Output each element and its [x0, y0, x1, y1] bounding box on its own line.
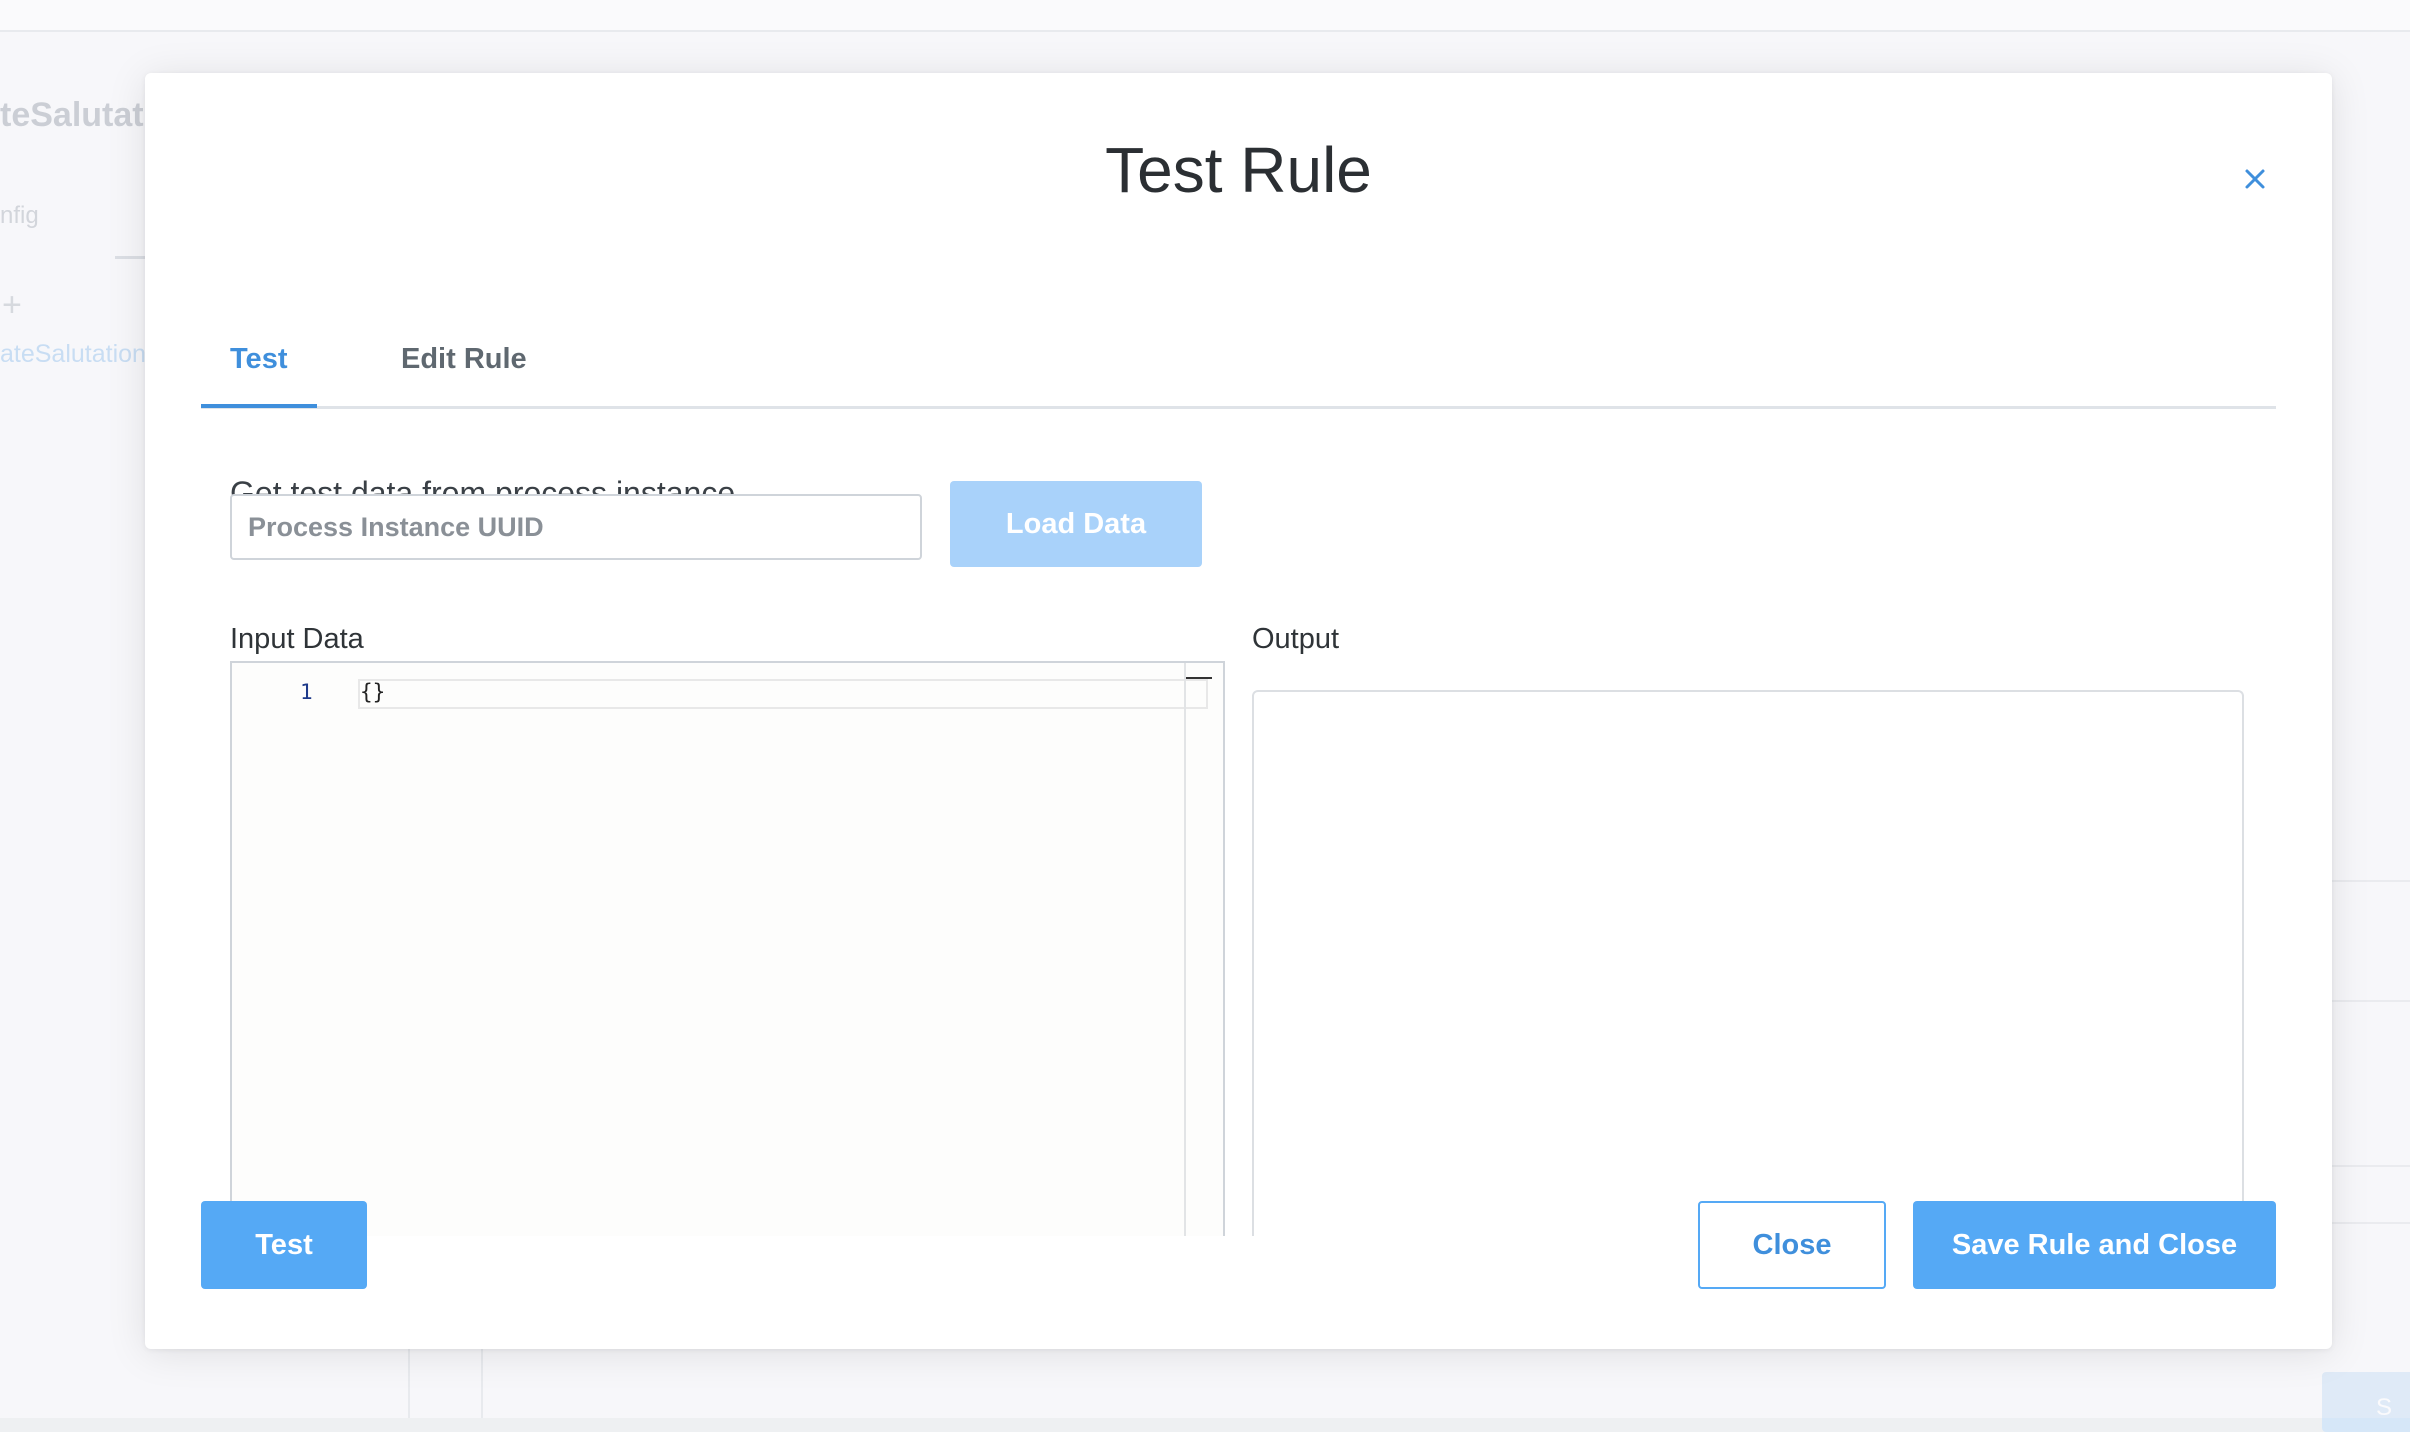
input-data-editor[interactable]: 1 {} [230, 661, 1225, 1236]
input-data-label: Input Data [230, 623, 364, 655]
code-line[interactable]: {} [360, 680, 385, 704]
active-line-highlight [358, 679, 1208, 709]
fold-icon[interactable] [1186, 677, 1212, 679]
editor-scrollbar[interactable] [1184, 663, 1186, 1236]
tab-edit-rule[interactable]: Edit Rule [401, 343, 527, 376]
test-rule-dialog: Test Rule Test Edit Rule Get test data f… [145, 73, 2332, 1349]
line-number: 1 [300, 680, 313, 704]
dialog-tabs: Test Edit Rule [201, 313, 2276, 409]
dialog-title: Test Rule [1105, 134, 1372, 206]
save-rule-and-close-button[interactable]: Save Rule and Close [1913, 1201, 2276, 1289]
close-button[interactable]: Close [1698, 1201, 1886, 1289]
test-button[interactable]: Test [201, 1201, 367, 1289]
output-panel [1252, 690, 2244, 1236]
close-icon[interactable] [2235, 159, 2275, 199]
process-instance-uuid-input[interactable] [230, 494, 922, 560]
output-label: Output [1252, 623, 1340, 655]
active-tab-indicator [201, 404, 317, 408]
load-data-button[interactable]: Load Data [950, 481, 1202, 567]
tab-test[interactable]: Test [230, 343, 287, 376]
